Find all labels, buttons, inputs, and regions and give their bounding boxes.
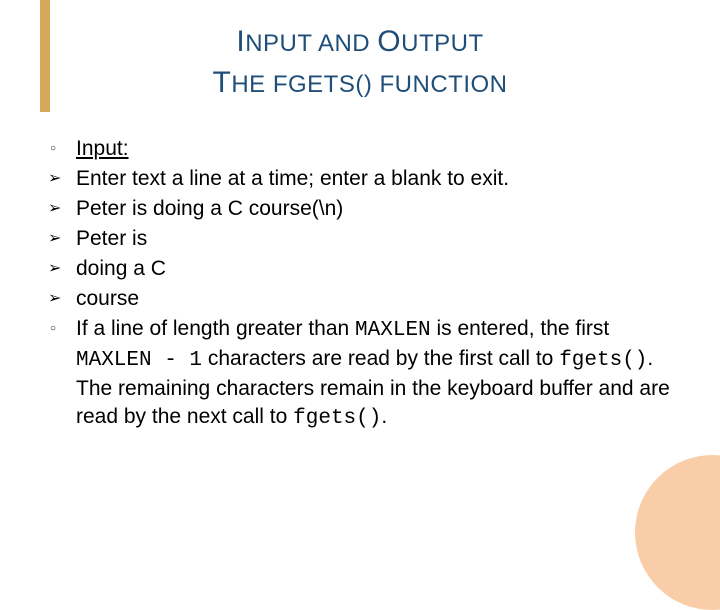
title-text: UTPUT	[401, 30, 484, 57]
list-item-text: course	[76, 285, 139, 313]
body-text: If a line of length greater than	[76, 317, 355, 340]
slide-title: INPUT AND OUTPUT THE FGETS() FUNCTION	[0, 22, 720, 103]
title-cap: I	[236, 25, 245, 58]
body-text: .	[381, 405, 387, 428]
list-item-text: Peter is doing a C course(\n)	[76, 195, 343, 223]
list-item: ➢doing a C	[48, 255, 672, 283]
title-paren: ()	[355, 71, 372, 98]
header-area: INPUT AND OUTPUT THE FGETS() FUNCTION	[0, 0, 720, 112]
title-cap: T	[213, 66, 232, 99]
arrow-bullet-icon: ➢	[48, 285, 76, 313]
list-item-text: doing a C	[76, 255, 166, 283]
code-text: MAXLEN - 1	[76, 349, 202, 372]
title-text: HE FGETS	[231, 71, 355, 98]
arrow-bullet-icon: ➢	[48, 255, 76, 283]
body-text: Peter is	[76, 227, 147, 250]
list-item: ➢Enter text a line at a time; enter a bl…	[48, 165, 672, 193]
decorative-circle	[635, 455, 720, 610]
arrow-bullet-icon: ➢	[48, 165, 76, 193]
body-text: characters are read by the first call to	[202, 347, 559, 370]
list-item: ➢Peter is	[48, 225, 672, 253]
title-text: FUNCTION	[372, 71, 507, 98]
circle-bullet-icon: ○	[48, 135, 76, 163]
arrow-bullet-icon: ➢	[48, 225, 76, 253]
title-text: NPUT AND	[245, 30, 377, 57]
body-text: is entered, the first	[431, 317, 610, 340]
list-item: ➢course	[48, 285, 672, 313]
slide-body: ○Input:➢Enter text a line at a time; ent…	[48, 135, 672, 435]
list-item-text: Peter is	[76, 225, 147, 253]
body-text: doing a C	[76, 257, 166, 280]
title-cap: O	[377, 25, 401, 58]
body-text: course	[76, 287, 139, 310]
list-item-text: Input:	[76, 135, 129, 163]
title-line-1: INPUT AND OUTPUT	[0, 22, 720, 63]
body-text: Peter is doing a C course(\n)	[76, 197, 343, 220]
circle-bullet-icon: ○	[48, 315, 76, 343]
body-text: Input:	[76, 137, 129, 160]
list-item-text: Enter text a line at a time; enter a bla…	[76, 165, 509, 193]
arrow-bullet-icon: ➢	[48, 195, 76, 223]
body-text: Enter text a line at a time; enter a bla…	[76, 167, 509, 190]
code-text: fgets()	[293, 407, 381, 430]
title-line-2: THE FGETS() FUNCTION	[0, 63, 720, 104]
list-item: ➢Peter is doing a C course(\n)	[48, 195, 672, 223]
code-text: fgets()	[559, 349, 647, 372]
list-item: ○If a line of length greater than MAXLEN…	[48, 315, 672, 433]
code-text: MAXLEN	[355, 319, 431, 342]
list-item: ○Input:	[48, 135, 672, 163]
list-item-text: If a line of length greater than MAXLEN …	[76, 315, 672, 433]
